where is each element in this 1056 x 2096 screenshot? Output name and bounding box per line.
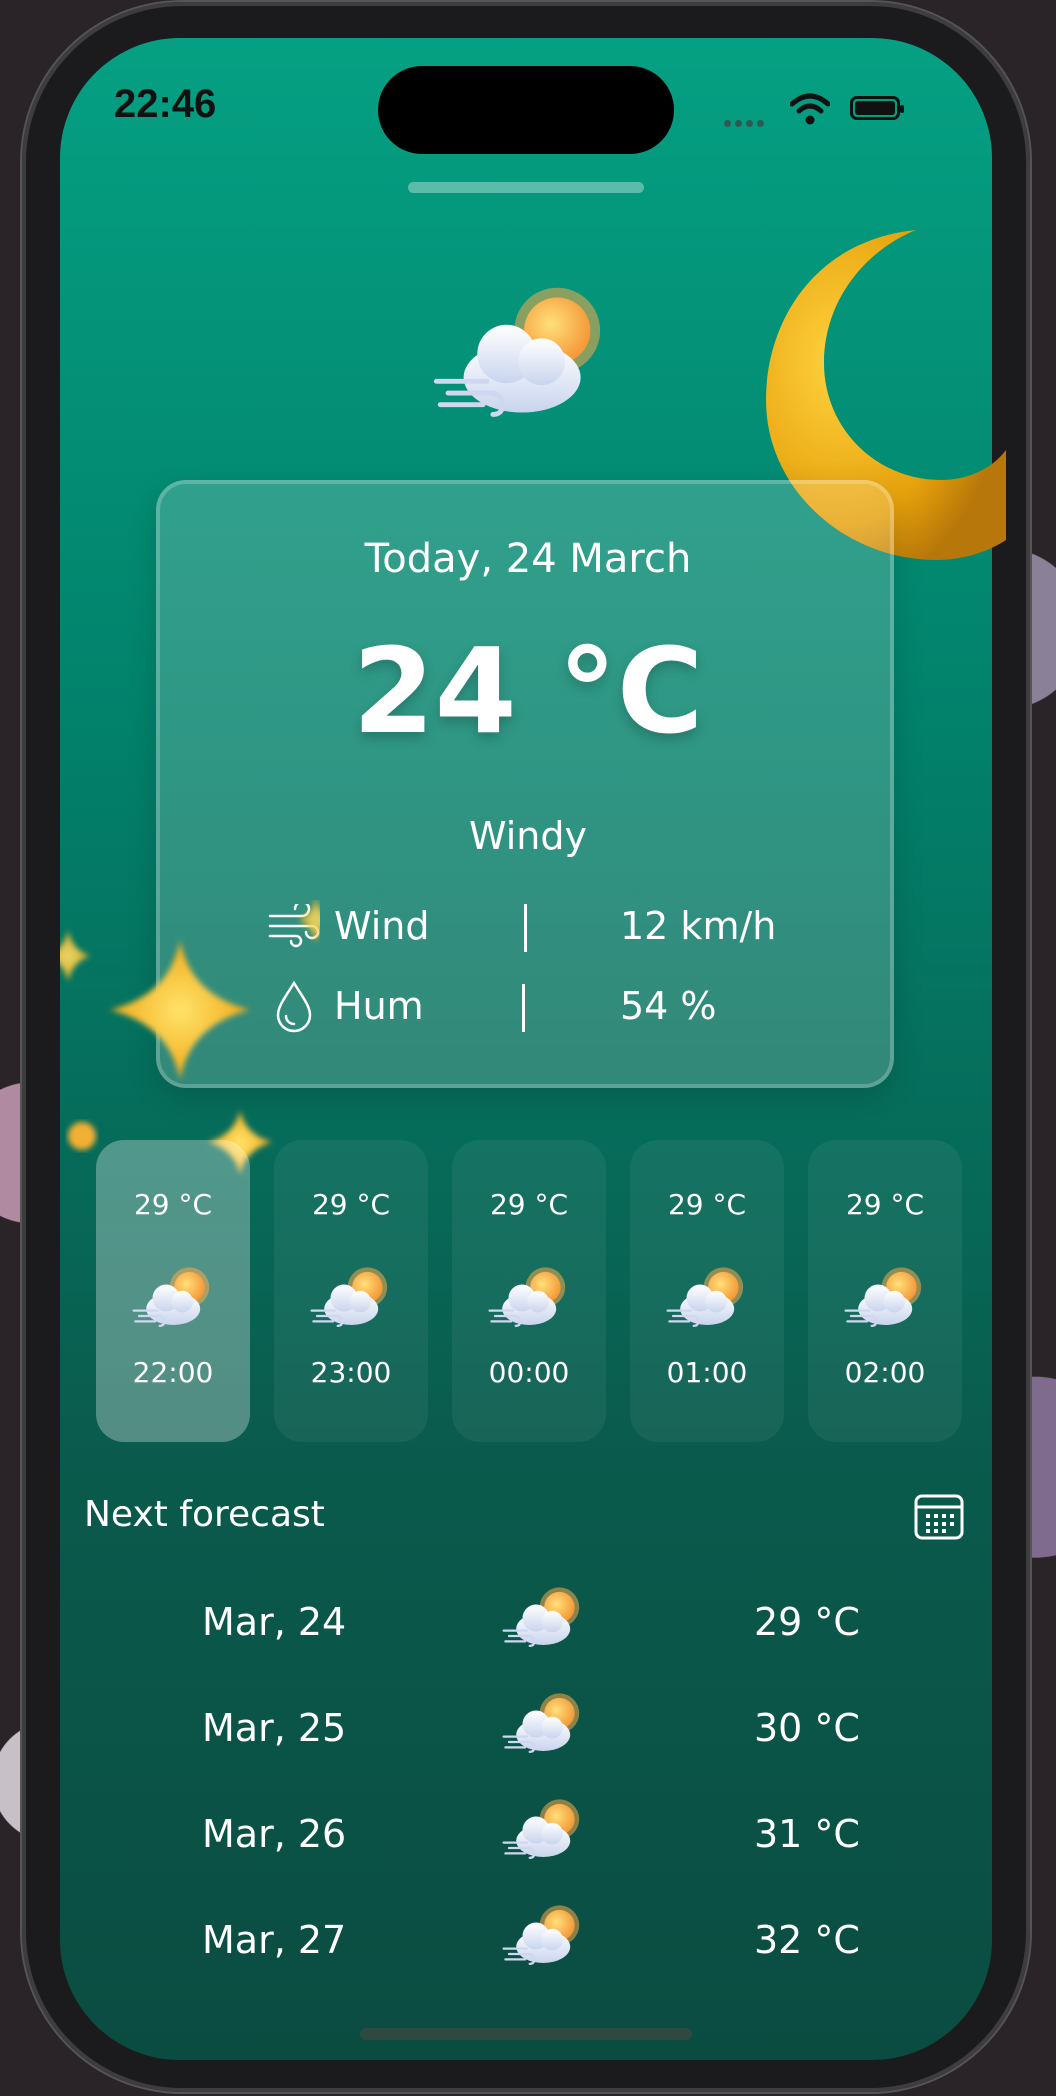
metric-divider <box>524 904 527 952</box>
windy-cloud-sun-icon <box>664 1262 754 1334</box>
hourly-temp: 29 °C <box>845 1188 925 1221</box>
windy-cloud-sun-icon <box>486 1262 576 1334</box>
calendar-icon[interactable] <box>914 1494 964 1540</box>
forecast-date: Mar, 27 <box>202 1918 347 1962</box>
drag-handle[interactable] <box>408 182 644 193</box>
today-date: Today, 24 March <box>364 536 692 582</box>
dynamic-island <box>378 66 674 154</box>
forecast-temp: 32 °C <box>754 1918 860 1962</box>
today-condition: Windy <box>469 814 587 858</box>
windy-cloud-sun-icon <box>428 276 624 432</box>
forecast-temp: 30 °C <box>754 1706 860 1750</box>
windy-cloud-sun-icon <box>500 1900 590 1972</box>
wind-label: Wind <box>334 904 430 948</box>
hourly-time: 22:00 <box>132 1356 214 1389</box>
forecast-temp: 31 °C <box>754 1812 860 1856</box>
hourly-temp: 29 °C <box>489 1188 569 1221</box>
hourly-time: 02:00 <box>844 1356 926 1389</box>
signal-dots-icon <box>724 112 770 127</box>
windy-cloud-sun-icon <box>308 1262 398 1334</box>
next-forecast-title: Next forecast <box>84 1494 325 1535</box>
wind-value: 12 km/h <box>620 904 777 948</box>
hourly-time: 23:00 <box>310 1356 392 1389</box>
forecast-date: Mar, 26 <box>202 1812 347 1856</box>
hourly-time: 00:00 <box>488 1356 570 1389</box>
status-time: 22:46 <box>114 82 217 126</box>
wifi-icon <box>790 93 830 125</box>
windy-cloud-sun-icon <box>500 1688 590 1760</box>
forecast-date: Mar, 24 <box>202 1600 347 1644</box>
hourly-temp: 29 °C <box>311 1188 391 1221</box>
today-temperature: 24 °C <box>352 622 704 760</box>
hourly-temp: 29 °C <box>667 1188 747 1221</box>
windy-cloud-sun-icon <box>130 1262 220 1334</box>
home-indicator[interactable] <box>360 2028 692 2040</box>
hourly-time: 01:00 <box>666 1356 748 1389</box>
forecast-temp: 29 °C <box>754 1600 860 1644</box>
humidity-value: 54 % <box>620 984 717 1028</box>
windy-cloud-sun-icon <box>500 1582 590 1654</box>
forecast-date: Mar, 25 <box>202 1706 347 1750</box>
hourly-temp: 29 °C <box>133 1188 213 1221</box>
humidity-label: Hum <box>334 984 424 1028</box>
metric-divider <box>522 984 525 1032</box>
windy-cloud-sun-icon <box>842 1262 932 1334</box>
windy-cloud-sun-icon <box>500 1794 590 1866</box>
battery-icon <box>850 96 904 120</box>
